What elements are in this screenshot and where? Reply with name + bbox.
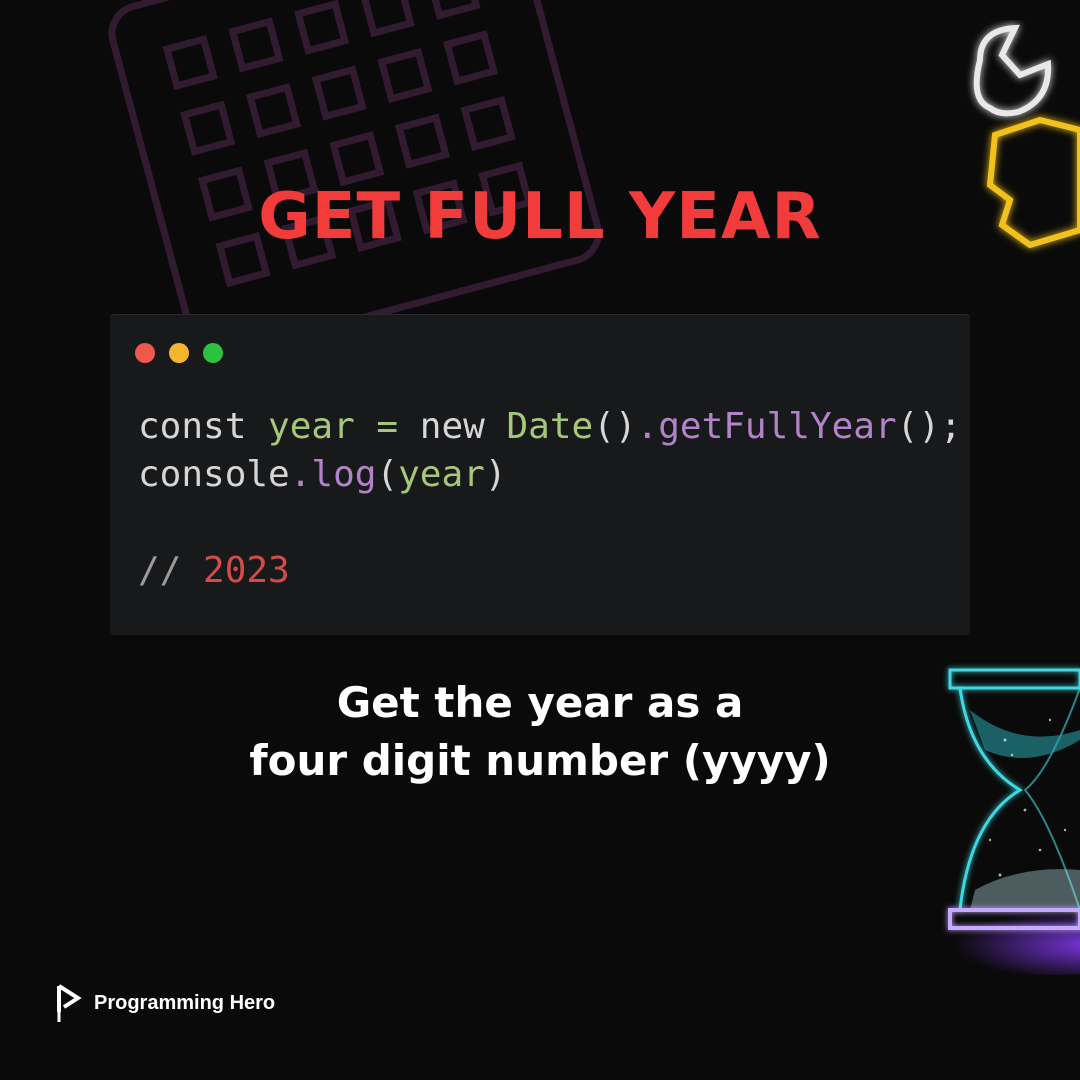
calendar-cell <box>443 30 499 86</box>
code-token: () <box>593 406 637 447</box>
brand: Programming Hero <box>54 982 275 1024</box>
code-token: // <box>138 550 204 591</box>
calendar-cell <box>228 17 284 73</box>
code-token: (); <box>896 406 962 447</box>
code-token: .log <box>289 454 377 495</box>
brand-name: Programming Hero <box>94 991 276 1014</box>
code-token: Date <box>506 406 594 447</box>
calendar-cell <box>394 113 451 169</box>
calendar-cell <box>329 131 385 187</box>
code-token: new <box>419 406 507 447</box>
code-token: ( <box>376 454 399 495</box>
close-dot <box>135 343 155 363</box>
code-line: // 2023 <box>138 547 962 595</box>
calendar-cell <box>359 0 415 38</box>
code-block: const year = new Date().getFullYear(); co… <box>138 403 962 595</box>
calendar-cell <box>377 47 433 103</box>
calendar-cell <box>460 95 516 152</box>
calendar-cell <box>425 0 481 20</box>
code-token: console <box>138 454 290 495</box>
description: Get the year as a four digit number (yyy… <box>0 674 1080 790</box>
calendar-icon <box>108 0 602 359</box>
calendar-cell <box>245 83 302 139</box>
code-window: const year = new Date().getFullYear(); co… <box>110 314 970 635</box>
description-line-2: four digit number (yyyy) <box>249 736 831 785</box>
code-token: .getFullYear <box>636 406 897 447</box>
programming-hero-logo-icon <box>57 984 82 1022</box>
code-line: console.log(year) <box>138 451 962 499</box>
code-token: = <box>354 406 420 447</box>
code-token: const <box>138 406 269 447</box>
maximize-dot <box>203 343 223 363</box>
code-token: year <box>398 454 485 495</box>
calendar-cell <box>311 65 367 121</box>
description-line-1: Get the year as a <box>336 678 744 727</box>
calendar-cell <box>162 34 218 91</box>
code-token: ) <box>484 454 507 495</box>
code-token: 2023 <box>203 550 290 591</box>
window-controls <box>135 343 223 363</box>
minimize-dot <box>169 343 189 363</box>
code-line: const year = new Date().getFullYear(); <box>138 403 962 451</box>
page-title: GET FULL YEAR <box>258 180 822 254</box>
calendar-cell <box>180 100 236 156</box>
code-token: year <box>268 406 355 447</box>
calendar-cell <box>294 0 350 55</box>
